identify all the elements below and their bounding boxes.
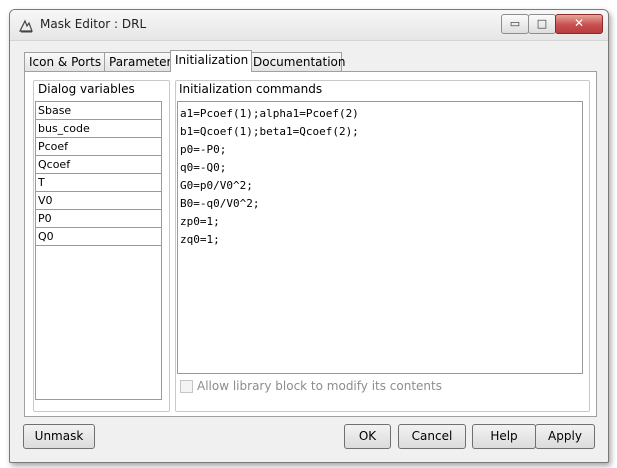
ok-button[interactable]: OK: [344, 424, 391, 449]
allow-library-label: Allow library block to modify its conten…: [197, 379, 442, 393]
tab-documentation[interactable]: Documentation: [248, 52, 346, 71]
mask-editor-window: Mask Editor : DRL ▭ □ ✕ Icon & Ports Par…: [9, 9, 609, 463]
list-item[interactable]: bus_code: [36, 120, 161, 138]
command-line: q0=-Q0;: [180, 161, 227, 174]
command-line: p0=-P0;: [180, 143, 227, 156]
close-button[interactable]: ✕: [555, 14, 603, 34]
tab-parameters[interactable]: Parameters: [104, 52, 178, 71]
dialog-variables-list[interactable]: Sbase bus_code Pcoef Qcoef T V0 P0 Q0: [35, 101, 162, 400]
list-item[interactable]: Sbase: [36, 102, 161, 120]
list-item[interactable]: Pcoef: [36, 138, 161, 156]
cancel-button[interactable]: Cancel: [398, 424, 466, 449]
tab-icon-ports[interactable]: Icon & Ports: [24, 52, 106, 71]
command-line: B0=-q0/V0^2;: [180, 197, 260, 210]
command-line: a1=Pcoef(1);alpha1=Pcoef(2): [180, 107, 359, 120]
list-item[interactable]: T: [36, 174, 161, 192]
minimize-button[interactable]: ▭: [501, 14, 529, 34]
list-item[interactable]: P0: [36, 210, 161, 228]
command-line: zp0=1;: [180, 215, 220, 228]
maximize-button[interactable]: □: [528, 14, 556, 34]
title-bar[interactable]: Mask Editor : DRL ▭ □ ✕: [10, 10, 608, 41]
list-item[interactable]: V0: [36, 192, 161, 210]
mask-editor-app-icon: [19, 19, 33, 33]
apply-button[interactable]: Apply: [535, 424, 595, 449]
init-commands-label: Initialization commands: [179, 82, 323, 96]
tab-initialization[interactable]: Initialization: [170, 50, 252, 72]
command-line: G0=p0/V0^2;: [180, 179, 253, 192]
unmask-button[interactable]: Unmask: [23, 424, 95, 449]
init-commands-editor[interactable]: a1=Pcoef(1);alpha1=Pcoef(2) b1=Qcoef(1);…: [177, 101, 583, 374]
command-line: zq0=1;: [180, 233, 220, 246]
dialog-variables-label: Dialog variables: [38, 82, 135, 96]
command-line: b1=Qcoef(1);beta1=Qcoef(2);: [180, 125, 359, 138]
help-button[interactable]: Help: [472, 424, 536, 449]
allow-library-checkbox[interactable]: [180, 380, 193, 393]
list-item[interactable]: Q0: [36, 228, 161, 246]
list-item[interactable]: Qcoef: [36, 156, 161, 174]
window-title: Mask Editor : DRL: [40, 17, 147, 31]
